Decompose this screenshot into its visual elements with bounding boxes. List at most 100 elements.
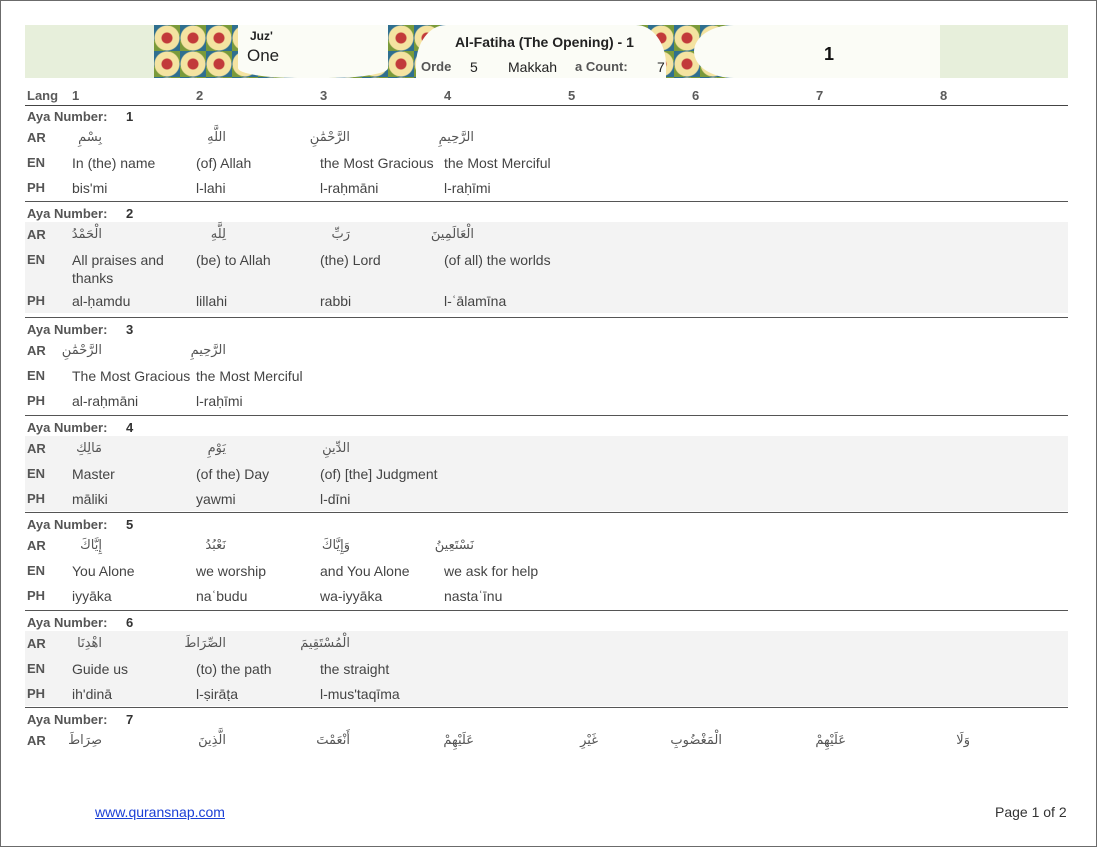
row-en: EN All praises and thanks (be) to Allah (th…: [25, 247, 1068, 288]
surah-title: Al-Fatiha (The Opening) - 1: [455, 34, 634, 50]
lang-code: PH: [27, 393, 46, 408]
aya-number-label: Aya Number:: [27, 322, 108, 337]
word-ar: الْحَمْدُ: [71, 227, 102, 242]
word-en: (the) Lord: [320, 252, 381, 268]
aya-number-value: 7: [126, 712, 134, 727]
word-en: (of) [the] Judgment: [320, 466, 438, 482]
word-ph: l-dīni: [320, 491, 351, 507]
word-ar: عَلَيْهِمْ: [815, 733, 846, 748]
juz-value: One: [247, 46, 280, 65]
word-ar: وَإِيَّاكَ: [321, 538, 350, 553]
word-en: The Most Gracious: [72, 368, 191, 384]
word-ph: iyyāka: [72, 588, 112, 604]
word-ar: الْمَغْضُوبِ: [670, 733, 722, 748]
aya-number-label: Aya Number:: [27, 615, 108, 630]
lang-code: PH: [27, 180, 46, 195]
website-link[interactable]: www.quransnap.com: [95, 804, 225, 820]
row-en: EN In (the) name (of) Allah the Most Gracio…: [25, 150, 1068, 175]
aya-number-value: 1: [126, 109, 134, 124]
aya-number-value: 5: [126, 517, 134, 532]
word-ph: al-raḥmāni: [72, 393, 139, 409]
word-ar: الرَّحِيمِ: [438, 130, 474, 145]
column-header-1: 1: [72, 88, 80, 103]
juz-label: Juz': [250, 29, 273, 43]
revelation-place: Makkah: [508, 59, 558, 75]
aya-divider: [25, 610, 1068, 611]
word-ar: الرَّحِيمِ: [190, 343, 226, 358]
row-en: EN Guide us (to) the path the straight: [25, 656, 1068, 681]
word-ar: الرَّحْمَٰنِ: [309, 130, 350, 145]
word-ph: l-mus'taqīma: [320, 686, 400, 702]
word-ph: rabbi: [320, 293, 352, 309]
row-ph: PH iyyāka naʿbudu wa-iyyāka nastaʿīnu: [25, 583, 1068, 608]
word-ar: اهْدِنَا: [77, 636, 102, 651]
row-ar: AR الرَّحْمَٰنِ الرَّحِيمِ: [25, 338, 1068, 363]
row-ph: PH ih'dinā l-ṣirāṭa l-mus'taqīma: [25, 681, 1068, 706]
word-en: and You Alone: [320, 563, 410, 579]
lang-code: EN: [27, 368, 46, 383]
aya-number-value: 3: [126, 322, 134, 337]
word-ar: عَلَيْهِمْ: [443, 733, 474, 748]
aya-divider: [25, 317, 1068, 318]
aya-number-label: Aya Number:: [27, 206, 108, 221]
word-ar: غَيْرِ: [580, 733, 598, 748]
aya-divider: [25, 415, 1068, 416]
row-ar: AR صِرَاطَ الَّذِينَ أَنْعَمْتَ عَلَيْهِمْ غَ…: [25, 728, 1068, 753]
word-en: (of all) the worlds: [444, 252, 551, 268]
word-ar: أَنْعَمْتَ: [316, 733, 350, 748]
row-ar: AR اهْدِنَا الصِّرَاطَ الْمُسْتَقِيمَ: [25, 631, 1068, 656]
row-ph: PH māliki yawmi l-dīni: [25, 486, 1068, 511]
word-ph: l-raḥmāni: [320, 180, 379, 196]
word-ph: l-raḥīmi: [196, 393, 243, 409]
column-header-5: 5: [568, 88, 576, 103]
order-label: Orde: [421, 59, 452, 74]
order-value: 5: [470, 59, 478, 75]
word-ph: naʿbudu: [196, 588, 248, 604]
aya-number-label: Aya Number:: [27, 109, 108, 124]
word-en: (of the) Day: [196, 466, 270, 482]
word-en: (to) the path: [196, 661, 272, 677]
row-ar: AR إِيَّاكَ نَعْبُدُ وَإِيَّاكَ نَسْتَعِينُ: [25, 533, 1068, 558]
word-en: In (the) name: [72, 155, 156, 171]
word-ar: لِلَّهِ: [210, 227, 226, 242]
word-ar: الدِّينِ: [322, 441, 350, 456]
word-ar: مَالِكِ: [76, 441, 102, 456]
lang-code: EN: [27, 466, 46, 481]
word-ph: lillahi: [196, 293, 228, 309]
word-ar: نَسْتَعِينُ: [434, 538, 474, 553]
row-en: EN Master (of the) Day (of) [the] Judgment: [25, 461, 1068, 486]
word-en: Guide us: [72, 661, 129, 677]
page-indicator: Page 1 of 2: [995, 804, 1067, 820]
column-header-4: 4: [444, 88, 452, 103]
word-ar: إِيَّاكَ: [80, 538, 102, 553]
word-ph: bis'mi: [72, 180, 108, 196]
aya-number-value: 6: [126, 615, 134, 630]
word-en: (be) to Allah: [196, 252, 271, 268]
row-en: EN The Most Gracious the Most Merciful: [25, 363, 1068, 388]
word-en: we worship: [196, 563, 267, 579]
page-number-panel: [694, 25, 940, 78]
word-en: the Most Gracious: [320, 155, 434, 171]
word-en: (of) Allah: [196, 155, 252, 171]
word-ar: نَعْبُدُ: [205, 538, 226, 553]
word-ph: ih'dinā: [72, 686, 113, 702]
header-page-number: 1: [824, 44, 835, 64]
lang-code: EN: [27, 661, 46, 676]
word-ph: l-ṣirāṭa: [196, 686, 239, 702]
row-en: EN You Alone we worship and You Alone we ask…: [25, 558, 1068, 583]
column-header-7: 7: [816, 88, 824, 103]
column-header-8: 8: [940, 88, 948, 103]
aya-divider: [25, 707, 1068, 708]
aya-number-value: 4: [126, 420, 134, 435]
word-ph: māliki: [72, 491, 108, 507]
lang-code: PH: [27, 686, 46, 701]
row-ph: PH bis'mi l-lahi l-raḥmāni l-raḥīmi: [25, 175, 1068, 200]
aya-number-value: 2: [126, 206, 134, 221]
row-ar: AR مَالِكِ يَوْمِ الدِّينِ: [25, 436, 1068, 461]
aya-number-label: Aya Number:: [27, 712, 108, 727]
word-ar: الْمُسْتَقِيمَ: [300, 636, 350, 651]
aya-divider: [25, 201, 1068, 202]
word-ph: al-ḥamdu: [72, 293, 131, 309]
aya-count-value: 7: [657, 59, 665, 75]
lang-code: PH: [27, 491, 46, 506]
